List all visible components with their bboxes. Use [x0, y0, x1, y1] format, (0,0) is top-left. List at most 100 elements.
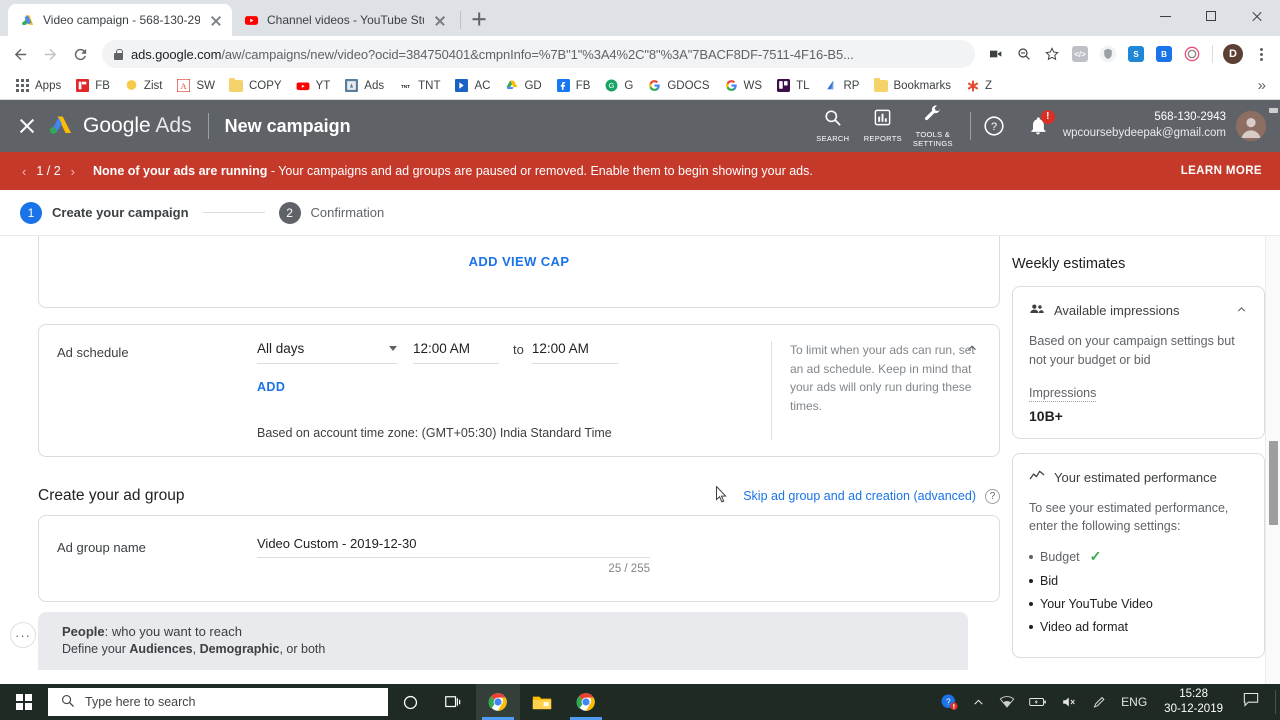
- add-view-cap-button[interactable]: ADD VIEW CAP: [39, 236, 999, 269]
- clock-time: 15:28: [1179, 688, 1208, 701]
- estimated-performance-header[interactable]: Your estimated performance: [1029, 468, 1248, 487]
- ad-schedule-to-label: to: [513, 342, 524, 357]
- new-tab-button[interactable]: [465, 5, 493, 33]
- bookmark-gd[interactable]: GD: [497, 76, 548, 95]
- people-group-icon: [1029, 301, 1045, 320]
- ad-group-name-card: Ad group name Video Custom - 2019-12-30 …: [38, 515, 1000, 602]
- bookmark-gdocs[interactable]: GDOCS: [640, 76, 716, 95]
- back-button[interactable]: [6, 40, 34, 68]
- ad-schedule-end-time-input[interactable]: 12:00 AM: [531, 341, 618, 364]
- page-scrollbar[interactable]: [1265, 108, 1280, 684]
- ad-schedule-add-button[interactable]: ADD: [257, 380, 285, 394]
- bookmarks-bar: Apps FB Zist A SW COPY YT Ads TNT TNT AC…: [0, 72, 1280, 100]
- browser-tab-video-campaign[interactable]: Video campaign - 568-130-2943: [8, 4, 232, 36]
- chrome-icon-2[interactable]: [564, 684, 608, 720]
- spiral-extension-icon[interactable]: [1179, 41, 1205, 67]
- bookmark-ads[interactable]: Ads: [337, 76, 391, 95]
- reports-bar-chart-icon: [873, 108, 892, 132]
- impressions-metric-label: Impressions: [1029, 385, 1097, 402]
- ad-schedule-days-select[interactable]: All days: [257, 341, 397, 364]
- bookmark-tl-trello[interactable]: TL: [769, 76, 816, 95]
- step-number: 2: [278, 201, 301, 224]
- bookmark-rp[interactable]: RP: [816, 76, 866, 95]
- help-button[interactable]: ?: [983, 115, 1005, 137]
- close-campaign-builder-button[interactable]: [14, 113, 40, 139]
- learn-more-link[interactable]: LEARN MORE: [1181, 165, 1262, 177]
- bookmark-facebook[interactable]: FB: [549, 76, 598, 95]
- chevron-up-icon[interactable]: [1235, 303, 1248, 319]
- bookmark-label: COPY: [248, 79, 282, 92]
- bookmark-apps[interactable]: Apps: [8, 76, 68, 95]
- skip-ad-group-link[interactable]: Skip ad group and ad creation (advanced): [743, 489, 976, 503]
- brand-ads: Ads: [155, 114, 192, 137]
- wifi-icon[interactable]: [992, 695, 1022, 709]
- people-section-banner[interactable]: ··· People: who you want to reach Define…: [10, 612, 968, 670]
- flipboard-icon: [75, 78, 90, 93]
- bookmark-sw[interactable]: A SW: [169, 76, 222, 95]
- checklist-label: Your YouTube Video: [1040, 597, 1153, 611]
- bookmark-zist[interactable]: Zist: [117, 76, 170, 95]
- volume-mute-icon[interactable]: [1054, 695, 1085, 709]
- battery-icon[interactable]: [1022, 696, 1054, 708]
- bookmark-copy[interactable]: COPY: [222, 76, 289, 95]
- start-button[interactable]: [0, 684, 48, 720]
- step-confirmation[interactable]: 2 Confirmation: [278, 201, 384, 224]
- camera-record-icon[interactable]: [983, 41, 1009, 67]
- s-extension-icon[interactable]: S: [1123, 41, 1149, 67]
- file-explorer-icon[interactable]: [520, 684, 564, 720]
- tools-settings-button[interactable]: TOOLS & SETTINGS: [908, 104, 958, 148]
- avatar[interactable]: [1236, 111, 1266, 141]
- bookmark-yt[interactable]: YT: [289, 76, 338, 95]
- bookmark-g-green[interactable]: G G: [597, 76, 640, 95]
- help-alert-icon[interactable]: ?: [933, 693, 965, 711]
- taskbar-clock[interactable]: 15:28 30-12-2019: [1154, 687, 1233, 717]
- google-ads-logo[interactable]: Google Ads: [48, 114, 192, 138]
- bookmark-fb-flipboard[interactable]: FB: [68, 76, 117, 95]
- three-dot-menu-icon[interactable]: [1248, 41, 1274, 67]
- ad-schedule-days-value: All days: [257, 341, 305, 356]
- address-bar[interactable]: ads.google.com/aw/campaigns/new/video?oc…: [102, 40, 975, 68]
- ad-schedule-start-time-input[interactable]: 12:00 AM: [413, 341, 499, 364]
- notifications-button[interactable]: !: [1027, 110, 1055, 137]
- ad-group-name-input[interactable]: Video Custom - 2019-12-30: [257, 536, 650, 558]
- action-center-icon[interactable]: [1233, 692, 1269, 712]
- available-impressions-header[interactable]: Available impressions: [1029, 301, 1248, 320]
- maximize-button[interactable]: [1188, 0, 1234, 32]
- tab-close-icon[interactable]: [208, 12, 224, 28]
- cortana-icon[interactable]: [388, 684, 432, 720]
- bookmark-label: Zist: [143, 79, 163, 92]
- code-extension-icon[interactable]: </>: [1067, 41, 1093, 67]
- tab-close-icon[interactable]: [432, 12, 448, 28]
- profile-button[interactable]: D: [1220, 41, 1246, 67]
- reports-button[interactable]: REPORTS: [858, 108, 908, 144]
- pen-icon[interactable]: [1085, 695, 1114, 710]
- language-indicator[interactable]: ENG: [1114, 695, 1154, 709]
- bookmark-ac[interactable]: AC: [447, 76, 497, 95]
- task-view-icon[interactable]: [432, 684, 476, 720]
- step-create-campaign[interactable]: 1 Create your campaign: [20, 201, 189, 224]
- bookmark-bookmarks-folder[interactable]: Bookmarks: [866, 76, 958, 95]
- show-hidden-icons-icon[interactable]: [965, 696, 992, 709]
- shield-extension-icon[interactable]: [1095, 41, 1121, 67]
- minimize-button[interactable]: [1142, 0, 1188, 32]
- forward-button[interactable]: [36, 40, 64, 68]
- zoom-out-icon[interactable]: [1011, 41, 1037, 67]
- chrome-icon[interactable]: [476, 684, 520, 720]
- chevron-up-icon[interactable]: [965, 341, 979, 361]
- b-extension-icon[interactable]: B: [1151, 41, 1177, 67]
- campaign-form-scroll-area[interactable]: ADD VIEW CAP Ad schedule All days 12:00 …: [0, 236, 1280, 684]
- search-button[interactable]: SEARCH: [808, 108, 858, 144]
- help-question-icon[interactable]: ?: [985, 488, 1000, 504]
- scrollbar-thumb[interactable]: [1269, 441, 1278, 525]
- bookmark-star-icon[interactable]: [1039, 41, 1065, 67]
- reload-button[interactable]: [66, 40, 94, 68]
- bookmark-ws[interactable]: WS: [717, 76, 770, 95]
- alert-next-button[interactable]: ›: [67, 164, 79, 179]
- alert-prev-button[interactable]: ‹: [18, 164, 30, 179]
- bookmark-tnt[interactable]: TNT TNT: [391, 76, 447, 95]
- close-window-button[interactable]: [1234, 0, 1280, 32]
- browser-tab-youtube-studio[interactable]: Channel videos - YouTube Studio: [232, 4, 456, 36]
- taskbar-search-box[interactable]: Type here to search: [48, 688, 388, 716]
- bookmark-z[interactable]: Z: [958, 76, 999, 95]
- bookmarks-overflow-button[interactable]: »: [1252, 77, 1272, 94]
